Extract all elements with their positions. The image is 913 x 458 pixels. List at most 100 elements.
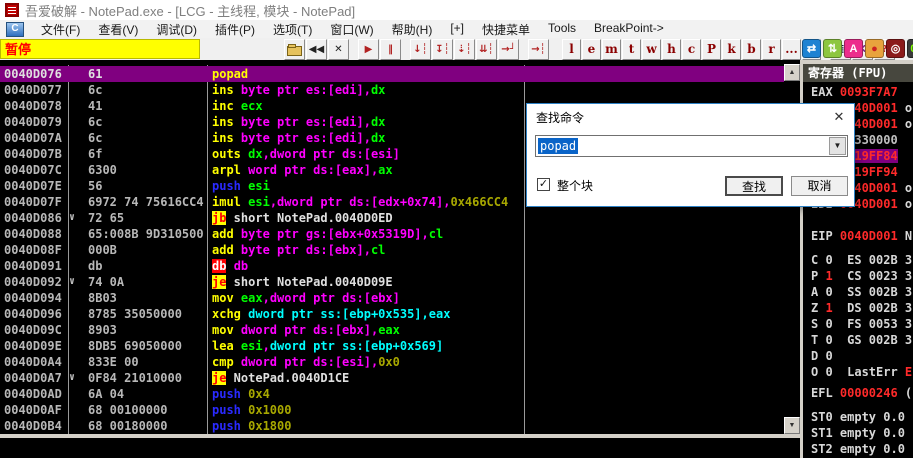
register-row[interactable]: ST2 empty 0.0 [811,441,905,457]
instruction-cell: push esi [212,178,523,194]
menu-item[interactable]: BreakPoint-> [585,20,673,39]
disasm-row[interactable]: 0040D0968785 35050000xchg dword ptr ss:[… [0,306,784,322]
search-input[interactable]: popad [538,138,578,154]
register-row[interactable]: T 0 GS 002B 3 [811,332,912,348]
child-window-icon[interactable]: C [6,22,24,37]
address-cell: 0040D0AD [4,386,66,402]
scroll-up-button[interactable]: ▲ [784,64,800,81]
cancel-button[interactable]: 取消 [791,176,848,196]
letter-...-button[interactable]: ... [782,39,801,60]
letter-r-button[interactable]: r [762,39,781,60]
menu-item[interactable]: 文件(F) [32,20,89,39]
register-row[interactable]: EAX 0093F7A7 [811,84,898,100]
letter-P-button[interactable]: P [702,39,721,60]
disasm-row[interactable]: 0040D08865:008B 9D310500add byte ptr gs:… [0,226,784,242]
disasm-row[interactable]: 0040D0776cins byte ptr es:[edi],dx [0,82,784,98]
menu-item[interactable]: [+] [441,20,473,39]
disasm-row[interactable]: 0040D09E8DB5 69050000lea esi,dword ptr s… [0,338,784,354]
disasm-row[interactable]: 0040D08F000Badd byte ptr ds:[ebx],cl [0,242,784,258]
menu-item[interactable]: 快捷菜单 [473,20,539,39]
disasm-row[interactable]: 0040D07661popad [0,66,784,82]
menu-item[interactable]: 查看(V) [89,20,147,39]
disasm-row[interactable]: 0040D0948B03mov eax,dword ptr ds:[ebx] [0,290,784,306]
register-row[interactable]: Z 1 DS 002B 3 [811,300,912,316]
letter-k-button[interactable]: k [722,39,741,60]
animate-over-button[interactable]: ⇊┆ [476,39,497,60]
letter-w-button[interactable]: w [642,39,661,60]
instruction-cell: ins byte ptr es:[edi],dx [212,114,523,130]
menu-item[interactable]: 插件(P) [206,20,264,39]
letter-m-button[interactable]: m [602,39,621,60]
run-button[interactable]: ▶ [358,39,379,60]
hexbytes-cell: 833E 00 [88,354,205,370]
menu-item[interactable]: 帮助(H) [383,20,442,39]
disasm-row[interactable]: 0040D086∨72 65jb short NotePad.0040D0ED [0,210,784,226]
entire-block-checkbox[interactable]: ✓ [537,178,550,191]
jump-arrow-icon: ∨ [69,370,86,386]
search-command-combobox[interactable]: popad ▼ [535,135,848,157]
step-into-button[interactable]: ↓┆ [410,39,431,60]
disasm-row[interactable]: 0040D0A4833E 00cmp dword ptr ds:[esi],0x… [0,354,784,370]
find-button[interactable]: 查找 [725,176,783,196]
letter-b-button[interactable]: b [742,39,761,60]
scroll-down-button[interactable]: ▼ [784,417,800,434]
disasm-row[interactable]: 0040D0AF68 00100000push 0x1000 [0,402,784,418]
menu-item[interactable]: 选项(T) [264,20,321,39]
menu-item[interactable]: 窗口(W) [321,20,382,39]
register-row[interactable]: A 0 SS 002B 3 [811,284,912,300]
plugin-icon-group: ⇄⇅A●◎01 [800,39,913,58]
red-dot-icon[interactable]: ● [865,39,884,58]
swap-arrows-icon[interactable]: ⇄ [802,39,821,58]
close-icon[interactable]: ✕ [824,106,854,128]
letter-t-button[interactable]: t [622,39,641,60]
register-row[interactable]: D 0 [811,348,833,364]
registers-header: 寄存器 (FPU) [803,64,913,82]
close-window-button[interactable]: ✕ [328,39,349,60]
hexbytes-cell: 6c [88,130,205,146]
execute-till-return-button[interactable]: →┘ [498,39,519,60]
letter-e-button[interactable]: e [582,39,601,60]
register-row[interactable]: O 0 LastErr E [811,364,912,380]
open-file-button[interactable] [284,39,305,60]
rewind-button[interactable]: ◀◀ [306,39,327,60]
disasm-row[interactable]: 0040D0A7∨0F84 21010000je NotePad.0040D1C… [0,370,784,386]
disasm-row[interactable]: 0040D0AD6A 04push 0x4 [0,386,784,402]
register-row[interactable]: P 1 CS 0023 3 [811,268,912,284]
dialog-title-bar[interactable]: 查找命令 ✕ [527,104,854,130]
animate-into-button[interactable]: ↧┆ [432,39,453,60]
binary-icon[interactable]: 01 [907,39,913,58]
disasm-row[interactable]: 0040D091dbdb db [0,258,784,274]
hexbytes-cell: 68 00100000 [88,402,205,418]
address-cell: 0040D07E [4,178,66,194]
pause-button[interactable]: ‖ [380,39,401,60]
register-row[interactable]: ST0 empty 0.0 [811,409,905,425]
register-row[interactable]: S 0 FS 0053 3 [811,316,912,332]
instruction-cell: mov dword ptr ds:[ebx],eax [212,322,523,338]
hexbytes-cell: 72 65 [88,210,205,226]
letter-l-button[interactable]: l [562,39,581,60]
hexbytes-cell: 68 00180000 [88,418,205,434]
register-row[interactable]: C 0 ES 002B 3 [811,252,912,268]
folder-icon [287,46,302,56]
register-row[interactable]: EFL 00000246 ( [811,385,912,401]
chevron-down-icon[interactable]: ▼ [829,137,846,155]
menu-item[interactable]: 调试(D) [147,20,206,39]
updown-arrows-icon[interactable]: ⇅ [823,39,842,58]
disasm-row[interactable]: 0040D0B468 00180000push 0x1800 [0,418,784,434]
disasm-row[interactable]: 0040D09C8903mov dword ptr ds:[ebx],eax [0,322,784,338]
menu-item[interactable]: Tools [539,20,585,39]
find-command-dialog: 查找命令 ✕ popad ▼ ✓ 整个块 查找 取消 [526,103,855,207]
step-over-button[interactable]: ⇣┆ [454,39,475,60]
instruction-cell: mov eax,dword ptr ds:[ebx] [212,290,523,306]
disasm-row[interactable]: 0040D092∨74 0Aje short NotePad.0040D09E [0,274,784,290]
letter-a-icon[interactable]: A [844,39,863,58]
hexbytes-cell: 8B03 [88,290,205,306]
instruction-cell: inc ecx [212,98,523,114]
go-to-address-button[interactable]: →┆ [528,39,549,60]
letter-c-button[interactable]: c [682,39,701,60]
letter-h-button[interactable]: h [662,39,681,60]
target-icon[interactable]: ◎ [886,39,905,58]
register-row[interactable]: ST1 empty 0.0 [811,425,905,441]
address-cell: 0040D092 [4,274,66,290]
register-row[interactable]: EIP 0040D001 N [811,228,912,244]
